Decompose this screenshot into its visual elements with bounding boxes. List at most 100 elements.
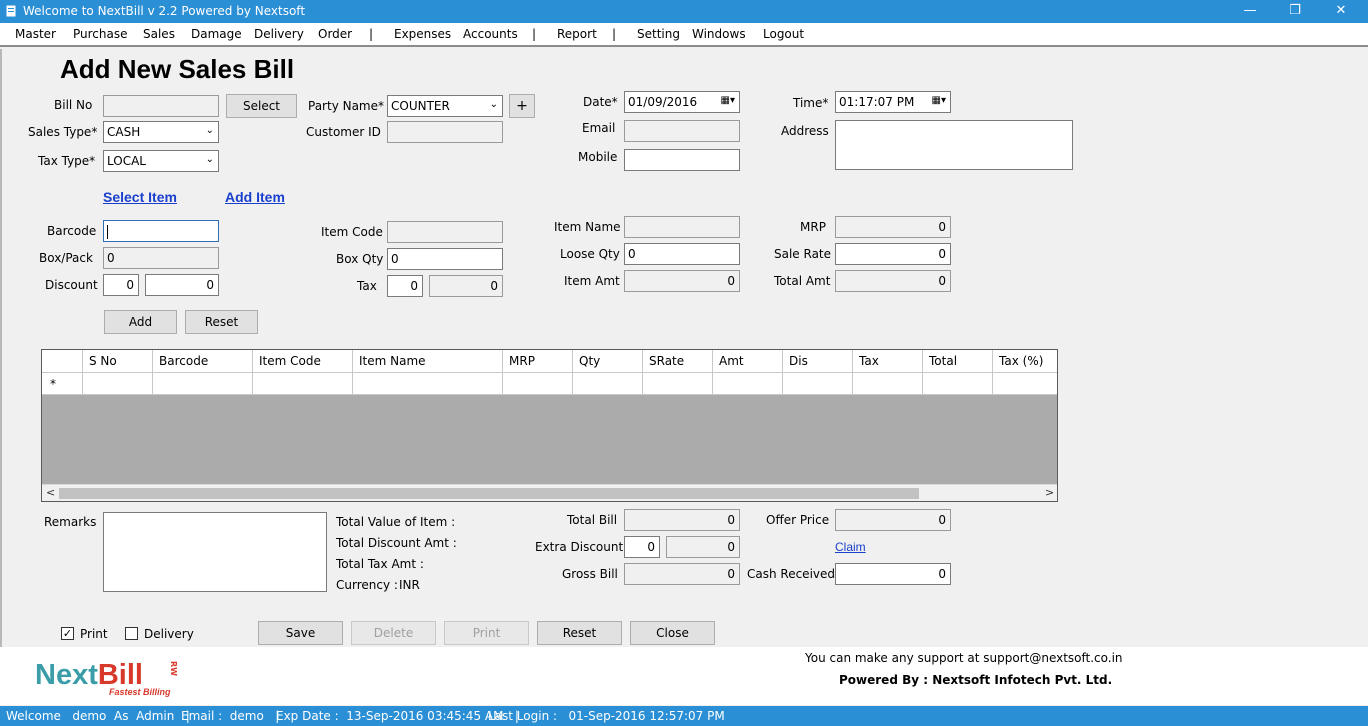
mobile-field[interactable] [624, 149, 740, 171]
sales-type-select[interactable]: CASH ⌄ [103, 121, 219, 143]
menu-report[interactable]: Report [557, 27, 597, 41]
menu-logout[interactable]: Logout [763, 27, 804, 41]
menu-master[interactable]: Master [15, 27, 56, 41]
discount-amount-field[interactable]: 0 [145, 274, 219, 296]
menu-delivery[interactable]: Delivery [254, 27, 304, 41]
column-header[interactable]: Qty [573, 350, 643, 373]
window-title: Welcome to NextBill v 2.2 Powered by Nex… [23, 4, 306, 18]
table-cell[interactable] [573, 373, 643, 395]
column-header[interactable]: Total [923, 350, 993, 373]
menu-purchase[interactable]: Purchase [73, 27, 128, 41]
sale-rate-field[interactable]: 0 [835, 243, 951, 265]
bill-no-field[interactable] [103, 95, 219, 117]
table-cell[interactable] [643, 373, 713, 395]
table-cell[interactable] [853, 373, 923, 395]
menu-expenses[interactable]: Expenses [394, 27, 451, 41]
tax-type-select[interactable]: LOCAL ⌄ [103, 150, 219, 172]
table-cell[interactable] [83, 373, 153, 395]
table-cell[interactable] [923, 373, 993, 395]
horizontal-scrollbar[interactable]: < > [42, 484, 1057, 501]
add-party-button[interactable]: + [509, 94, 535, 118]
box-pack-field[interactable]: 0 [103, 247, 219, 269]
print-checkbox[interactable]: ✓ [61, 627, 74, 640]
address-field[interactable] [835, 120, 1073, 170]
add-item-button[interactable]: Add [104, 310, 177, 334]
column-header[interactable]: Tax (%) [993, 350, 1057, 373]
offer-price-field[interactable]: 0 [835, 509, 951, 531]
close-window-button[interactable]: ✕ [1318, 0, 1364, 23]
tax-percent-field[interactable]: 0 [387, 275, 423, 297]
extra-discount-percent-field[interactable]: 0 [624, 536, 660, 558]
box-qty-field[interactable]: 0 [387, 248, 503, 270]
status-last-login: Last Login : 01-Sep-2016 12:57:07 PM [488, 709, 725, 723]
select-item-link[interactable]: Select Item [103, 189, 177, 205]
column-header[interactable]: Dis [783, 350, 853, 373]
minimize-button[interactable]: — [1227, 0, 1273, 23]
table-cell[interactable] [993, 373, 1057, 395]
delivery-checkbox[interactable] [125, 627, 138, 640]
claim-link[interactable]: Claim [835, 540, 866, 554]
tax-type-value: LOCAL [107, 154, 146, 168]
column-header[interactable]: Barcode [153, 350, 253, 373]
menu-sales[interactable]: Sales [143, 27, 175, 41]
table-cell[interactable] [503, 373, 573, 395]
table-row[interactable]: * [42, 373, 1057, 395]
total-bill-field[interactable]: 0 [624, 509, 740, 531]
status-welcome: Welcome demo As Admin | [6, 709, 190, 723]
add-item-link[interactable]: Add Item [225, 189, 285, 205]
column-header[interactable]: Item Code [253, 350, 353, 373]
item-code-field[interactable] [387, 221, 503, 243]
scroll-right-icon[interactable]: > [1045, 486, 1054, 499]
menu-setting[interactable]: Setting [637, 27, 680, 41]
email-label: Email [582, 121, 616, 135]
menu-order[interactable]: Order [318, 27, 352, 41]
items-grid[interactable]: S No Barcode Item Code Item Name MRP Qty… [41, 349, 1058, 502]
remarks-field[interactable] [103, 512, 327, 592]
item-amt-field[interactable]: 0 [624, 270, 740, 292]
table-cell[interactable] [153, 373, 253, 395]
extra-discount-amount-field[interactable]: 0 [666, 536, 740, 558]
close-button[interactable]: Close [630, 621, 715, 645]
loose-qty-field[interactable]: 0 [624, 243, 740, 265]
gross-bill-field[interactable]: 0 [624, 563, 740, 585]
print-checkbox-label: Print [80, 627, 108, 641]
column-header[interactable]: SRate [643, 350, 713, 373]
delete-button[interactable]: Delete [351, 621, 436, 645]
table-cell[interactable] [253, 373, 353, 395]
barcode-input[interactable] [103, 220, 219, 242]
scrollbar-thumb[interactable] [59, 488, 919, 499]
select-bill-button[interactable]: Select [226, 94, 297, 118]
table-cell[interactable] [713, 373, 783, 395]
save-button[interactable]: Save [258, 621, 343, 645]
date-picker[interactable]: 01/09/2016 ▦▾ [624, 91, 740, 113]
table-cell[interactable] [783, 373, 853, 395]
item-name-field[interactable] [624, 216, 740, 238]
calendar-icon[interactable]: ▦▾ [721, 95, 735, 106]
time-picker[interactable]: 01:17:07 PM ▦▾ [835, 91, 951, 113]
scroll-left-icon[interactable]: < [46, 486, 55, 499]
print-button[interactable]: Print [444, 621, 529, 645]
email-field[interactable] [624, 120, 740, 142]
column-header[interactable]: Amt [713, 350, 783, 373]
column-header[interactable]: Item Name [353, 350, 503, 373]
mrp-field[interactable]: 0 [835, 216, 951, 238]
reset-item-button[interactable]: Reset [185, 310, 258, 334]
menu-windows[interactable]: Windows [692, 27, 746, 41]
item-name-label: Item Name [554, 220, 621, 234]
table-cell[interactable] [353, 373, 503, 395]
reset-bill-button[interactable]: Reset [537, 621, 622, 645]
restore-button[interactable]: ❐ [1272, 0, 1318, 23]
column-header[interactable]: S No [83, 350, 153, 373]
menu-accounts[interactable]: Accounts [463, 27, 518, 41]
remarks-label: Remarks [44, 515, 97, 529]
cash-received-field[interactable]: 0 [835, 563, 951, 585]
party-name-select[interactable]: COUNTER ⌄ [387, 95, 503, 117]
total-amt-field[interactable]: 0 [835, 270, 951, 292]
calendar-icon[interactable]: ▦▾ [932, 95, 946, 106]
column-header[interactable]: Tax [853, 350, 923, 373]
tax-amount-field[interactable]: 0 [429, 275, 503, 297]
menu-damage[interactable]: Damage [191, 27, 242, 41]
column-header[interactable]: MRP [503, 350, 573, 373]
customer-id-field[interactable] [387, 121, 503, 143]
discount-percent-field[interactable]: 0 [103, 274, 139, 296]
